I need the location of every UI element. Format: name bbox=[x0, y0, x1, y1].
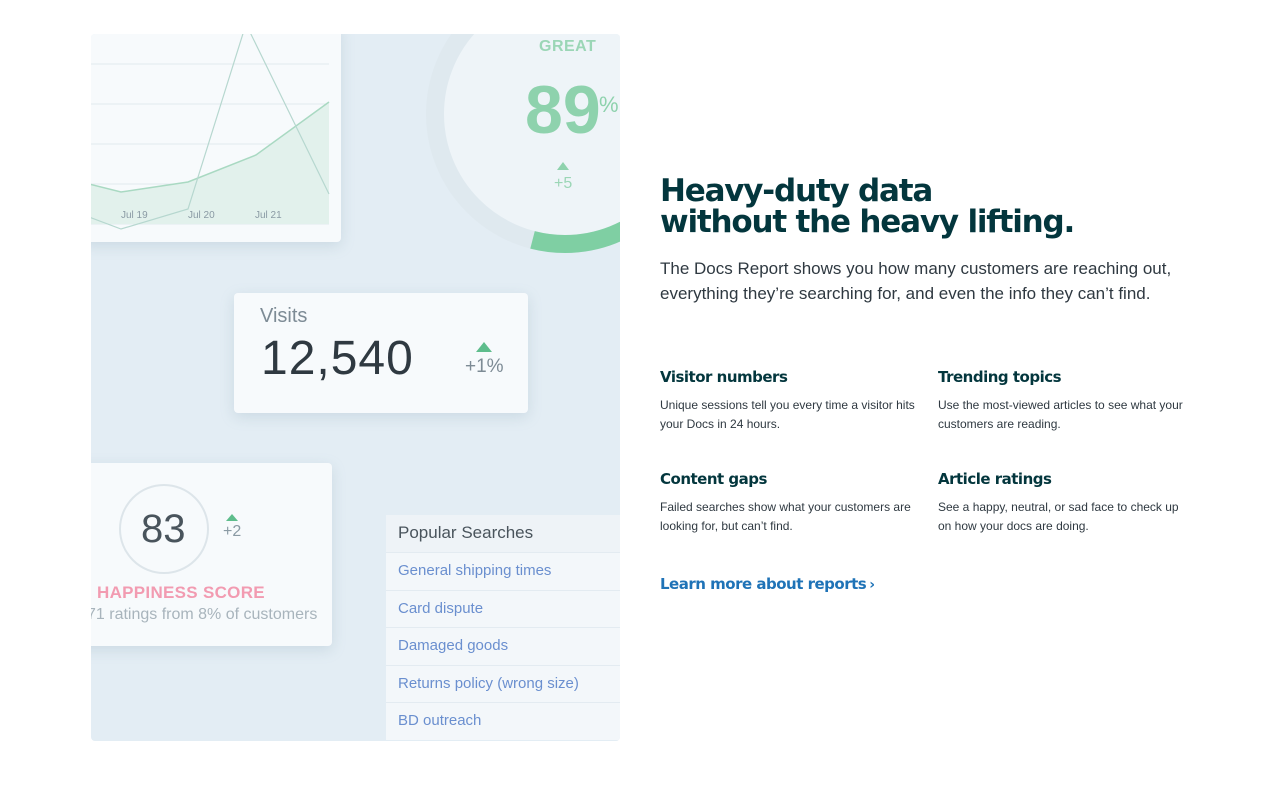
feature-article-ratings: Article ratings See a happy, neutral, or… bbox=[938, 470, 1193, 536]
feature-body: Use the most-viewed articles to see what… bbox=[938, 398, 1183, 431]
visits-value: 12,540 bbox=[261, 332, 414, 385]
learn-more-link[interactable]: Learn more about reports › bbox=[660, 575, 875, 593]
section-headline: Heavy-duty data without the heavy liftin… bbox=[660, 176, 1220, 238]
feature-content-gaps: Content gaps Failed searches show what y… bbox=[660, 470, 915, 536]
list-item: General shipping times bbox=[386, 552, 620, 590]
list-item: Damaged goods bbox=[386, 627, 620, 665]
feature-body: Failed searches show what your customers… bbox=[660, 500, 911, 533]
chart-tick-label: Jul 21 bbox=[255, 210, 282, 221]
section-intro: The Docs Report shows you how many custo… bbox=[660, 259, 1172, 303]
visits-card: Visits 12,540 +1% bbox=[234, 293, 528, 413]
gauge-delta: +5 bbox=[554, 175, 573, 192]
popular-searches-title: Popular Searches bbox=[386, 515, 620, 552]
popular-searches-list: Popular Searches General shipping times … bbox=[386, 515, 620, 740]
feature-title: Visitor numbers bbox=[660, 368, 788, 386]
happiness-title: HAPPINESS SCORE bbox=[97, 583, 265, 602]
gauge-value: 89 bbox=[525, 72, 601, 148]
headline-line-1: Heavy-duty data bbox=[660, 173, 933, 209]
list-item: Card dispute bbox=[386, 589, 620, 628]
feature-body: See a happy, neutral, or sad face to che… bbox=[938, 500, 1179, 533]
happiness-value: 83 bbox=[141, 507, 186, 551]
feature-title: Content gaps bbox=[660, 470, 767, 488]
learn-more-label: Learn more about reports bbox=[660, 575, 867, 593]
feature-visitor-numbers: Visitor numbers Unique sessions tell you… bbox=[660, 368, 915, 434]
feature-trending-topics: Trending topics Use the most-viewed arti… bbox=[938, 368, 1193, 434]
happiness-score-card: 83 +2 HAPPINESS SCORE 71 ratings from 8%… bbox=[91, 463, 332, 646]
trend-up-icon bbox=[476, 342, 492, 352]
list-item: Returns policy (wrong size) bbox=[386, 664, 620, 703]
gauge-unit: % bbox=[599, 92, 619, 117]
chevron-right-icon: › bbox=[869, 577, 875, 593]
feature-title: Article ratings bbox=[938, 470, 1052, 488]
chart-tick-label: Jul 20 bbox=[188, 210, 215, 221]
happiness-subtitle: 71 ratings from 8% of customers bbox=[91, 606, 318, 623]
trend-up-icon bbox=[557, 162, 569, 170]
list-item: BD outreach bbox=[386, 702, 620, 740]
line-chart-card: Jul 19 Jul 20 Jul 21 bbox=[91, 34, 341, 242]
headline-line-2: without the heavy lifting. bbox=[660, 204, 1075, 240]
visits-label: Visits bbox=[260, 305, 308, 327]
gauge-label: GREAT bbox=[539, 38, 597, 55]
feature-title: Trending topics bbox=[938, 368, 1062, 386]
visits-delta: +1% bbox=[465, 356, 504, 377]
feature-body: Unique sessions tell you every time a vi… bbox=[660, 398, 915, 431]
trend-up-icon bbox=[226, 514, 238, 521]
reports-illustration: Jul 19 Jul 20 Jul 21 GREAT 89 % +5 Visit… bbox=[91, 34, 620, 741]
happiness-delta: +2 bbox=[223, 523, 242, 540]
chart-tick-label: Jul 19 bbox=[121, 210, 148, 221]
